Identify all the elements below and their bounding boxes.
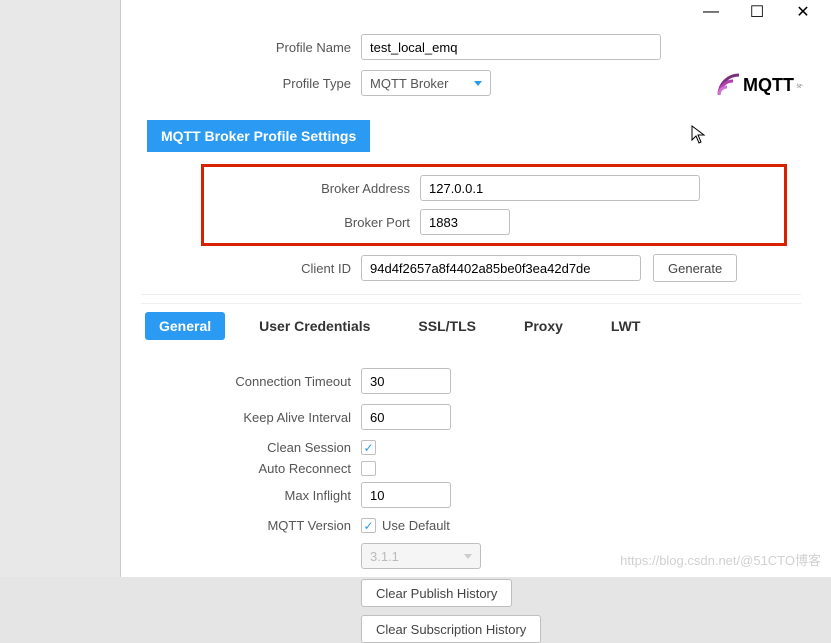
broker-address-input[interactable] — [420, 175, 700, 201]
keepalive-label: Keep Alive Interval — [141, 410, 361, 425]
watermark: https://blog.csdn.net/@51CTO博客 — [620, 550, 821, 569]
mqtt-version-label: MQTT Version — [141, 518, 361, 533]
conn-timeout-label: Connection Timeout — [141, 374, 361, 389]
chevron-down-icon — [464, 554, 472, 559]
chevron-down-icon — [474, 81, 482, 86]
conn-timeout-input[interactable] — [361, 368, 451, 394]
tab-credentials[interactable]: User Credentials — [245, 312, 384, 340]
use-default-checkbox[interactable]: ✓ — [361, 518, 376, 533]
profile-type-select[interactable]: MQTT Broker — [361, 70, 491, 96]
keepalive-input[interactable] — [361, 404, 451, 430]
profile-name-input[interactable] — [361, 34, 661, 60]
profile-type-value: MQTT Broker — [370, 76, 449, 91]
close-icon[interactable]: ✕ — [795, 4, 811, 20]
clean-session-checkbox[interactable]: ✓ — [361, 440, 376, 455]
client-id-label: Client ID — [141, 261, 361, 276]
mqtt-logo: MQTT .fx — [717, 72, 807, 98]
profile-type-label: Profile Type — [141, 76, 361, 91]
left-band — [0, 0, 120, 577]
tab-ssl[interactable]: SSL/TLS — [404, 312, 490, 340]
broker-address-label: Broker Address — [204, 181, 420, 196]
tabs: General User Credentials SSL/TLS Proxy L… — [141, 303, 801, 350]
tab-proxy[interactable]: Proxy — [510, 312, 577, 340]
generate-button[interactable]: Generate — [653, 254, 737, 282]
clear-publish-button[interactable]: Clear Publish History — [361, 579, 512, 607]
max-inflight-label: Max Inflight — [141, 488, 361, 503]
minimize-icon[interactable]: — — [703, 4, 719, 20]
maximize-icon[interactable]: ☐ — [749, 4, 765, 20]
tab-lwt[interactable]: LWT — [597, 312, 655, 340]
max-inflight-input[interactable] — [361, 482, 451, 508]
profile-name-label: Profile Name — [141, 40, 361, 55]
auto-reconnect-label: Auto Reconnect — [141, 461, 361, 476]
broker-port-label: Broker Port — [204, 215, 420, 230]
broker-port-input[interactable] — [420, 209, 510, 235]
section-header: MQTT Broker Profile Settings — [147, 120, 370, 152]
clear-subscription-button[interactable]: Clear Subscription History — [361, 615, 541, 643]
dialog-window: — ☐ ✕ Profile Name Profile Type MQTT Bro… — [120, 0, 831, 577]
cursor-icon — [691, 125, 707, 150]
use-default-label: Use Default — [382, 518, 450, 533]
mqtt-version-value: 3.1.1 — [370, 549, 399, 564]
clean-session-label: Clean Session — [141, 440, 361, 455]
mqtt-version-select: 3.1.1 — [361, 543, 481, 569]
tab-general[interactable]: General — [145, 312, 225, 340]
auto-reconnect-checkbox[interactable] — [361, 461, 376, 476]
client-id-input[interactable] — [361, 255, 641, 281]
highlight-box: Broker Address Broker Port — [201, 164, 787, 246]
titlebar: — ☐ ✕ — [121, 0, 831, 24]
